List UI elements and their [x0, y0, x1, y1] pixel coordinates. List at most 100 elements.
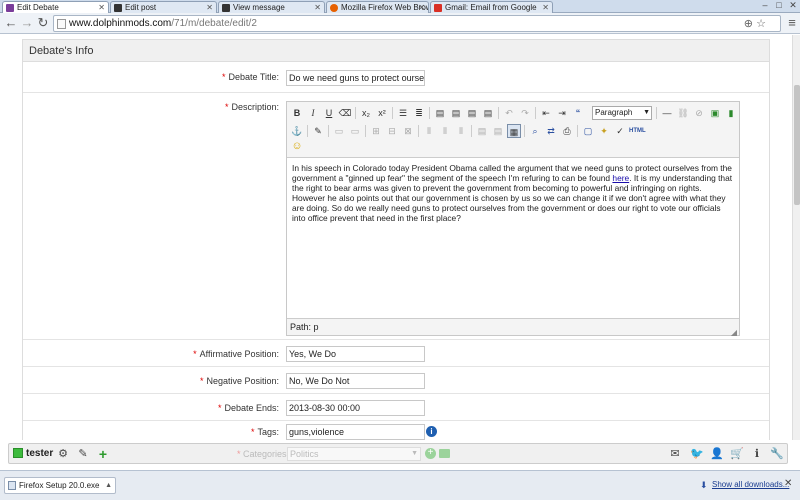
add-category-icon[interactable]: +: [425, 448, 436, 459]
superscript-icon[interactable]: x²: [375, 106, 389, 120]
minimize-icon[interactable]: –: [758, 0, 772, 10]
wrench-icon[interactable]: 🔧: [770, 447, 784, 461]
numbered-list-icon[interactable]: ≣: [412, 106, 426, 120]
remove-format-icon[interactable]: ⌫: [338, 106, 352, 120]
emoticon-icon[interactable]: ☺: [290, 139, 304, 153]
maximize-icon[interactable]: □: [772, 0, 786, 10]
column-after-icon[interactable]: ⫴: [438, 124, 452, 138]
replace-icon[interactable]: ⇄: [544, 124, 558, 138]
toolbar-separator: [498, 107, 499, 119]
affirmative-input[interactable]: Yes, We Do: [286, 346, 425, 362]
info-icon[interactable]: i: [426, 426, 437, 437]
here-link[interactable]: here: [612, 173, 629, 183]
twitter-icon[interactable]: 🐦: [690, 447, 704, 461]
format-select[interactable]: Paragraph ▼: [592, 106, 652, 120]
print-icon[interactable]: ⎙: [560, 124, 574, 138]
edit-icon[interactable]: ✎: [76, 447, 90, 461]
back-arrow-icon[interactable]: ←: [3, 15, 19, 31]
tab-edit-post[interactable]: Edit post ✕: [110, 1, 217, 13]
show-all-downloads-link[interactable]: Show all downloads...: [712, 480, 789, 489]
align-right-icon[interactable]: ▤: [465, 106, 479, 120]
align-left-icon[interactable]: ▤: [433, 106, 447, 120]
gear-icon[interactable]: ⚙: [56, 447, 70, 461]
unlink-icon[interactable]: ⊘: [692, 106, 706, 120]
indent-icon[interactable]: ⇥: [555, 106, 569, 120]
close-tab-icon[interactable]: ✕: [98, 2, 105, 13]
insert-column-icon[interactable]: ⫴: [422, 124, 436, 138]
table-row-props-icon[interactable]: ▤: [475, 124, 489, 138]
tab-mozilla-firefox[interactable]: Mozilla Firefox Web Brows ✕: [326, 1, 429, 13]
zoom-icon[interactable]: ⊕: [744, 17, 753, 30]
folder-icon[interactable]: [439, 449, 450, 458]
insert-media-icon[interactable]: ▮: [724, 106, 738, 120]
table-props-icon[interactable]: ▤: [491, 124, 505, 138]
subscript-icon[interactable]: x₂: [359, 106, 373, 120]
link-icon[interactable]: ⛓: [676, 106, 690, 120]
bold-icon[interactable]: B: [290, 106, 304, 120]
wrench-menu-icon[interactable]: ≡: [784, 15, 800, 31]
insert-image-icon[interactable]: ▣: [708, 106, 722, 120]
debate-ends-input[interactable]: 2013-08-30 00:00: [286, 400, 425, 416]
insert-row-icon[interactable]: ▭: [332, 124, 346, 138]
tags-input[interactable]: guns,violence: [286, 424, 425, 440]
close-tab-icon[interactable]: ✕: [542, 2, 549, 13]
merge-cells-icon[interactable]: ⊟: [385, 124, 399, 138]
close-tab-icon[interactable]: ✕: [206, 2, 213, 13]
find-icon[interactable]: ⌕: [528, 124, 542, 138]
window-close-icon[interactable]: ✕: [786, 0, 800, 11]
forward-arrow-icon[interactable]: →: [19, 15, 35, 31]
page-scrollbar[interactable]: [792, 35, 800, 440]
cart-icon[interactable]: 🛒: [730, 447, 744, 461]
negative-input[interactable]: No, We Do Not: [286, 373, 425, 389]
align-justify-icon[interactable]: ▤: [481, 106, 495, 120]
affirmative-label: * Affirmative Position:: [193, 349, 279, 359]
html-source-icon[interactable]: HTML: [629, 124, 646, 138]
debate-title-input[interactable]: Do we need guns to protect ourselves: [286, 70, 425, 86]
chevron-up-icon[interactable]: ▲: [105, 478, 112, 493]
user-icon[interactable]: 👤: [710, 447, 724, 461]
blockquote-icon[interactable]: “: [571, 106, 585, 120]
italic-icon[interactable]: I: [306, 106, 320, 120]
info-circle-icon[interactable]: ℹ: [750, 447, 764, 461]
toolbar-separator: [365, 125, 366, 137]
toolbar-separator: [392, 107, 393, 119]
editor-content[interactable]: In his speech in Colorado today Presiden…: [287, 157, 739, 318]
add-icon[interactable]: +: [96, 447, 110, 461]
toolbar-separator: [328, 125, 329, 137]
categories-select[interactable]: Politics ▼: [287, 447, 421, 461]
undo-icon[interactable]: ↶: [502, 106, 516, 120]
debate-title-row: * Debate Title: Do we need guns to protec…: [23, 63, 769, 93]
delete-row-icon[interactable]: ▭: [348, 124, 362, 138]
address-bar[interactable]: www.dolphinmods.com/71/m/debate/edit/2 ⊕…: [53, 15, 781, 32]
download-item[interactable]: Firefox Setup 20.0.exe ▲: [4, 477, 116, 494]
scrollbar-thumb[interactable]: [794, 85, 800, 205]
close-tab-icon[interactable]: ✕: [418, 2, 425, 13]
redo-icon[interactable]: ↷: [518, 106, 532, 120]
close-tab-icon[interactable]: ✕: [314, 2, 321, 13]
toolbar-separator: [577, 125, 578, 137]
delete-column-icon[interactable]: ⫴: [454, 124, 468, 138]
close-download-bar-icon[interactable]: ✕: [784, 478, 792, 489]
visual-aid-icon[interactable]: ✦: [597, 124, 611, 138]
outdent-icon[interactable]: ⇤: [539, 106, 553, 120]
underline-icon[interactable]: U: [322, 106, 336, 120]
navigation-bar: ← → ↻ www.dolphinmods.com/71/m/debate/ed…: [0, 13, 800, 34]
insert-table-icon[interactable]: ▦: [507, 124, 521, 138]
bookmark-star-icon[interactable]: ☆: [756, 17, 766, 30]
split-cells-icon[interactable]: ⊠: [401, 124, 415, 138]
fullscreen-icon[interactable]: ▢: [581, 124, 595, 138]
mail-icon[interactable]: ✉: [668, 447, 682, 461]
table-cell-props-icon[interactable]: ⊞: [369, 124, 383, 138]
align-center-icon[interactable]: ▤: [449, 106, 463, 120]
anchor-icon[interactable]: ⚓: [290, 124, 304, 138]
toolbar-separator: [429, 107, 430, 119]
tab-gmail[interactable]: Gmail: Email from Google ✕: [430, 1, 553, 13]
username-link[interactable]: tester: [26, 448, 53, 459]
reload-icon[interactable]: ↻: [35, 15, 51, 31]
resize-grip-icon[interactable]: ◢: [731, 324, 737, 341]
bullet-list-icon[interactable]: ☰: [396, 106, 410, 120]
tab-view-message[interactable]: View message ✕: [218, 1, 325, 13]
spellcheck-icon[interactable]: ✓: [613, 124, 627, 138]
horizontal-rule-icon[interactable]: —: [660, 106, 674, 120]
cleanup-code-icon[interactable]: ✎: [311, 124, 325, 138]
